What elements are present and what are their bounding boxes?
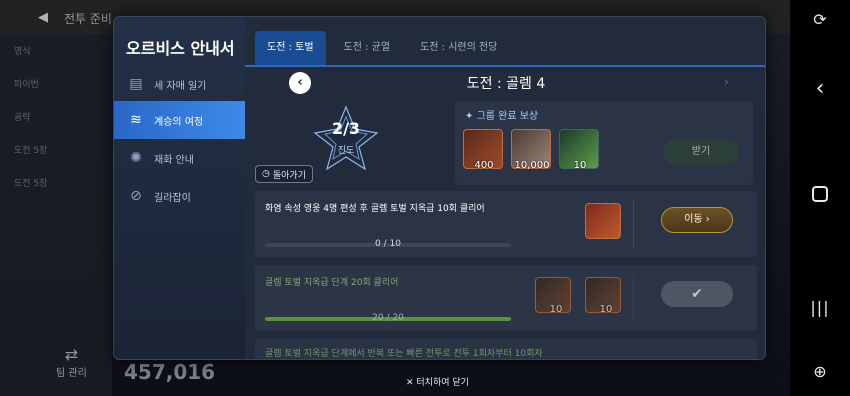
tab-bar: 도전 : 토벌 도전 : 균열 도전 : 시련의 전당 bbox=[245, 31, 765, 65]
book-icon: ▤ bbox=[129, 76, 143, 92]
leaf-icon[interactable]: 10 bbox=[559, 129, 599, 171]
background-label: 파이번 bbox=[14, 80, 39, 90]
home-circle-icon[interactable] bbox=[790, 186, 850, 202]
background-label: 영식 bbox=[14, 47, 31, 57]
progress-star: 2/3 진도 bbox=[311, 103, 381, 173]
quest-row: 골렘 토벌 지옥급 단계 20회 클리어 20 / 20 10 10 ✔ bbox=[255, 265, 757, 331]
reward-count: 10,000 bbox=[514, 160, 550, 171]
swap-icon: ⇄ bbox=[64, 345, 79, 364]
sidebar-item-guide[interactable]: ⊘ 길라잡이 bbox=[114, 177, 245, 215]
gamepad-icon[interactable]: ⊕ bbox=[790, 362, 850, 381]
system-navigation-bar: ⟳ ‹ ||| ⊕ bbox=[790, 0, 850, 396]
go-label: 이동 bbox=[684, 214, 703, 225]
sidebar-item-succession-journey[interactable]: ≋ 계승의 여정 bbox=[114, 101, 245, 139]
close-hint[interactable]: ✕ 터치하여 닫기 bbox=[406, 375, 469, 388]
background-label: 도전 5장 bbox=[14, 146, 48, 156]
background-title: 전투 준비 bbox=[64, 12, 112, 26]
receive-button[interactable]: 받기 bbox=[663, 139, 739, 165]
quest-description: 골렘 토벌 지옥급 단계 20회 클리어 bbox=[265, 278, 399, 288]
team-manage-label: 팀 관리 bbox=[56, 368, 87, 379]
screen: ◀ 전투 준비 영식 파이번 공략 도전 5장 도전 5장 ⇄ 팀 관리 457… bbox=[0, 0, 850, 396]
orbis-guide-modal: 오르비스 안내서 ▤ 세 자매 일기 ≋ 계승의 여정 ✺ 재화 안내 ⊘ 길라… bbox=[113, 16, 766, 360]
background-label: 도전 5장 bbox=[14, 179, 48, 189]
stage-title: 도전 : 골렘 4 bbox=[466, 76, 546, 92]
compass-icon: ⊘ bbox=[130, 188, 142, 204]
progress-label: 진도 bbox=[337, 146, 355, 156]
team-manage-button: ⇄ 팀 관리 bbox=[56, 345, 87, 379]
return-button[interactable]: ◷ 돌아가기 bbox=[255, 165, 313, 183]
progress-value: 2/3 bbox=[331, 119, 361, 138]
reward-count: 400 bbox=[474, 160, 494, 171]
chevron-right-icon[interactable]: › bbox=[724, 75, 729, 90]
star-gem-icon[interactable] bbox=[585, 203, 621, 239]
sidebar-item-label: 재화 안내 bbox=[154, 154, 194, 166]
sidebar-item-label: 길라잡이 bbox=[154, 192, 191, 204]
group-reward-panel: ✦ 그룹 완료 보상 400 10,000 10 받기 bbox=[455, 101, 753, 185]
reward-count: 10 bbox=[549, 304, 563, 315]
quest-progress-text: 20 / 20 bbox=[372, 313, 404, 323]
sidebar-item-label: 세 자매 일기 bbox=[154, 80, 207, 92]
tab-challenge-rift[interactable]: 도전 : 균열 bbox=[332, 31, 403, 65]
background-label: 공략 bbox=[14, 113, 31, 123]
quest-description: 골렘 토벌 지옥급 단계에서 반복 또는 빠른 전투로 전투 1회차부터 10회… bbox=[265, 349, 543, 359]
claw-icon: ≋ bbox=[130, 112, 142, 128]
ore-icon[interactable]: 10,000 bbox=[511, 129, 551, 171]
sidebar-item-currency-guide[interactable]: ✺ 재화 안내 bbox=[114, 139, 245, 177]
modal-main: 도전 : 토벌 도전 : 균열 도전 : 시련의 전당 ‹ 도전 : 골렘 4 … bbox=[245, 17, 765, 359]
background-left-panel: 영식 파이번 공략 도전 5장 도전 5장 bbox=[0, 34, 112, 396]
sidebar-item-label: 계승의 여정 bbox=[154, 116, 204, 128]
reward-title: ✦ 그룹 완료 보상 bbox=[465, 107, 538, 122]
tab-challenge-trial-hall[interactable]: 도전 : 시련의 전당 bbox=[408, 31, 509, 65]
arrow-left-icon: ◀ bbox=[38, 10, 48, 25]
stage-nav: ‹ 도전 : 골렘 4 › bbox=[245, 67, 765, 97]
quest-row: 화염 속성 영웅 4명 편성 후 골렘 토벌 지옥급 10회 클리어 0 / 1… bbox=[255, 191, 757, 257]
sparkle-icon: ✦ bbox=[465, 111, 477, 122]
tab-challenge-raid[interactable]: 도전 : 토벌 bbox=[255, 31, 326, 65]
divider bbox=[633, 199, 634, 249]
quest-description: 화염 속성 영웅 4명 편성 후 골렘 토벌 지옥급 10회 클리어 bbox=[265, 204, 485, 214]
go-button[interactable]: 이동 › bbox=[661, 207, 733, 233]
sidebar-item-three-sisters-diary[interactable]: ▤ 세 자매 일기 bbox=[114, 65, 245, 103]
divider bbox=[633, 273, 634, 323]
combat-power: 457,016 bbox=[124, 360, 216, 384]
rotate-lock-icon[interactable]: ⟳ bbox=[790, 10, 850, 29]
recents-icon[interactable]: ||| bbox=[790, 298, 850, 317]
close-hint-label: 터치하여 닫기 bbox=[416, 378, 469, 388]
hammer-icon[interactable]: 10 bbox=[585, 277, 621, 315]
weapon-material-icon[interactable]: 400 bbox=[463, 129, 503, 171]
quest-row: 골렘 토벌 지옥급 단계에서 반복 또는 빠른 전투로 전투 1회차부터 10회… bbox=[255, 339, 757, 359]
feather-icon[interactable]: 10 bbox=[535, 277, 571, 315]
clock-icon: ◷ bbox=[262, 169, 270, 179]
coin-icon: ✺ bbox=[130, 150, 142, 166]
modal-sidebar: 오르비스 안내서 ▤ 세 자매 일기 ≋ 계승의 여정 ✺ 재화 안내 ⊘ 길라… bbox=[114, 17, 245, 359]
star-frame-icon bbox=[313, 105, 379, 171]
modal-title: 오르비스 안내서 bbox=[126, 39, 235, 58]
close-icon: ✕ bbox=[406, 378, 417, 388]
reward-count: 10 bbox=[599, 304, 613, 315]
back-arrow-icon[interactable]: ‹ bbox=[790, 76, 850, 101]
reward-title-label: 그룹 완료 보상 bbox=[476, 111, 539, 122]
quest-progress-text: 0 / 10 bbox=[375, 239, 401, 249]
checkmark-icon: ✔ bbox=[661, 281, 733, 307]
return-label: 돌아가기 bbox=[272, 170, 306, 181]
reward-count: 10 bbox=[573, 160, 587, 171]
chevron-right-icon: › bbox=[705, 214, 710, 225]
